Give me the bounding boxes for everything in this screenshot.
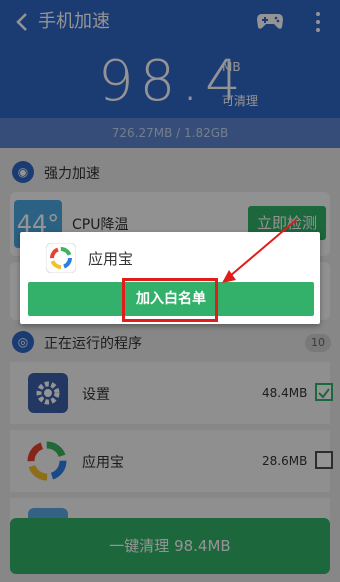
highlight-box xyxy=(122,278,218,322)
popup-app-name: 应用宝 xyxy=(88,250,134,268)
yingyongbao-icon xyxy=(45,242,77,274)
